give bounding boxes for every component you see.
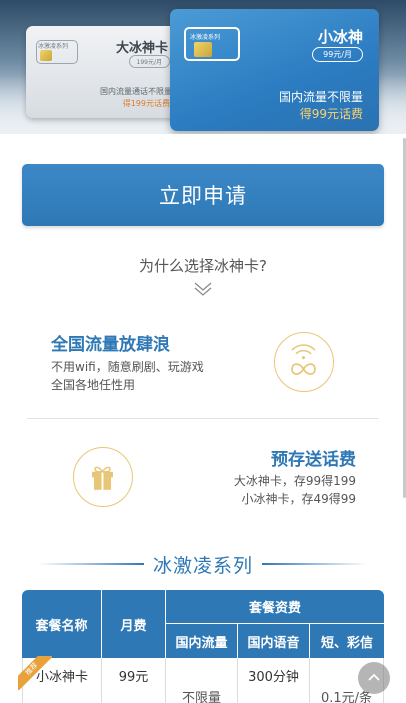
cell-data: 不限量 [181, 691, 221, 703]
feature-title-data: 全国流量放肆浪 [51, 335, 170, 355]
series-heading: 冰激凌系列 [0, 548, 406, 578]
apply-button[interactable]: 立即申请 [22, 164, 384, 226]
feature-desc: 小冰神卡，存49得99 [241, 492, 356, 506]
infinity-wifi-icon [274, 332, 334, 392]
cell-fee: 99元 [118, 670, 149, 685]
gift-icon [73, 447, 133, 507]
feature-desc: 不用wifi，随意刷剧、玩游戏 [51, 360, 204, 374]
header-plan-rates: 套餐资费 [166, 590, 384, 624]
hero-banner: 冰激凌系列 大冰神卡 199元/月 国内流量通话不限量 得199元话费 冰激凌系… [0, 0, 406, 134]
sim-chip-icon [194, 42, 212, 57]
arrow-up-icon [368, 673, 380, 681]
big-card-line1: 国内流量通话不限量 [100, 87, 172, 96]
big-card-chip-label: 冰激凌系列 [38, 43, 69, 50]
chevron-down-icon [194, 282, 212, 296]
table-cell: 300分钟 [238, 658, 310, 703]
infinity-wifi-icon-graphic [291, 344, 316, 375]
small-card-line2: 得99元话费 [299, 107, 363, 121]
cell-voice: 300分钟 [248, 670, 299, 685]
back-to-top-button[interactable] [358, 662, 390, 694]
big-card-price: 199元/月 [128, 55, 170, 68]
header-domestic-data: 国内流量 [166, 624, 238, 658]
header-sms-mms: 短、彩信 [310, 624, 384, 658]
header-monthly-fee: 月费 [102, 590, 166, 658]
header-plan-name: 套餐名称 [22, 590, 102, 658]
small-card-line1: 国内流量不限量 [278, 90, 363, 104]
feature-desc: 全国各地任性用 [51, 378, 136, 392]
series-line-right [262, 563, 368, 565]
why-title: 为什么选择冰神卡? [139, 257, 267, 275]
small-card[interactable]: 冰激凌系列 小冰神 99元/月 国内流量不限量 得99元话费 [170, 9, 379, 131]
gift-icon-graphic [92, 466, 113, 490]
big-card-name: 大冰神卡 [115, 41, 168, 56]
table-cell: 99元 [102, 658, 166, 703]
sim-chip-icon [40, 50, 52, 61]
small-card-chip-label: 冰激凌系列 [190, 34, 221, 41]
table-cell: 不限量 [166, 658, 238, 703]
big-card-line2: 得199元话费 [122, 99, 170, 108]
recommend-ribbon: 推荐 [18, 656, 52, 690]
small-card-name: 小冰神 [317, 28, 363, 46]
header-domestic-voice: 国内语音 [238, 624, 310, 658]
section-divider [27, 418, 379, 419]
recommend-ribbon-label: 推荐 [18, 656, 52, 690]
small-card-price: 99元/月 [312, 47, 363, 62]
feature-title-prepay: 预存送话费 [271, 450, 356, 470]
feature-desc: 大冰神卡，存99得199 [233, 474, 356, 488]
